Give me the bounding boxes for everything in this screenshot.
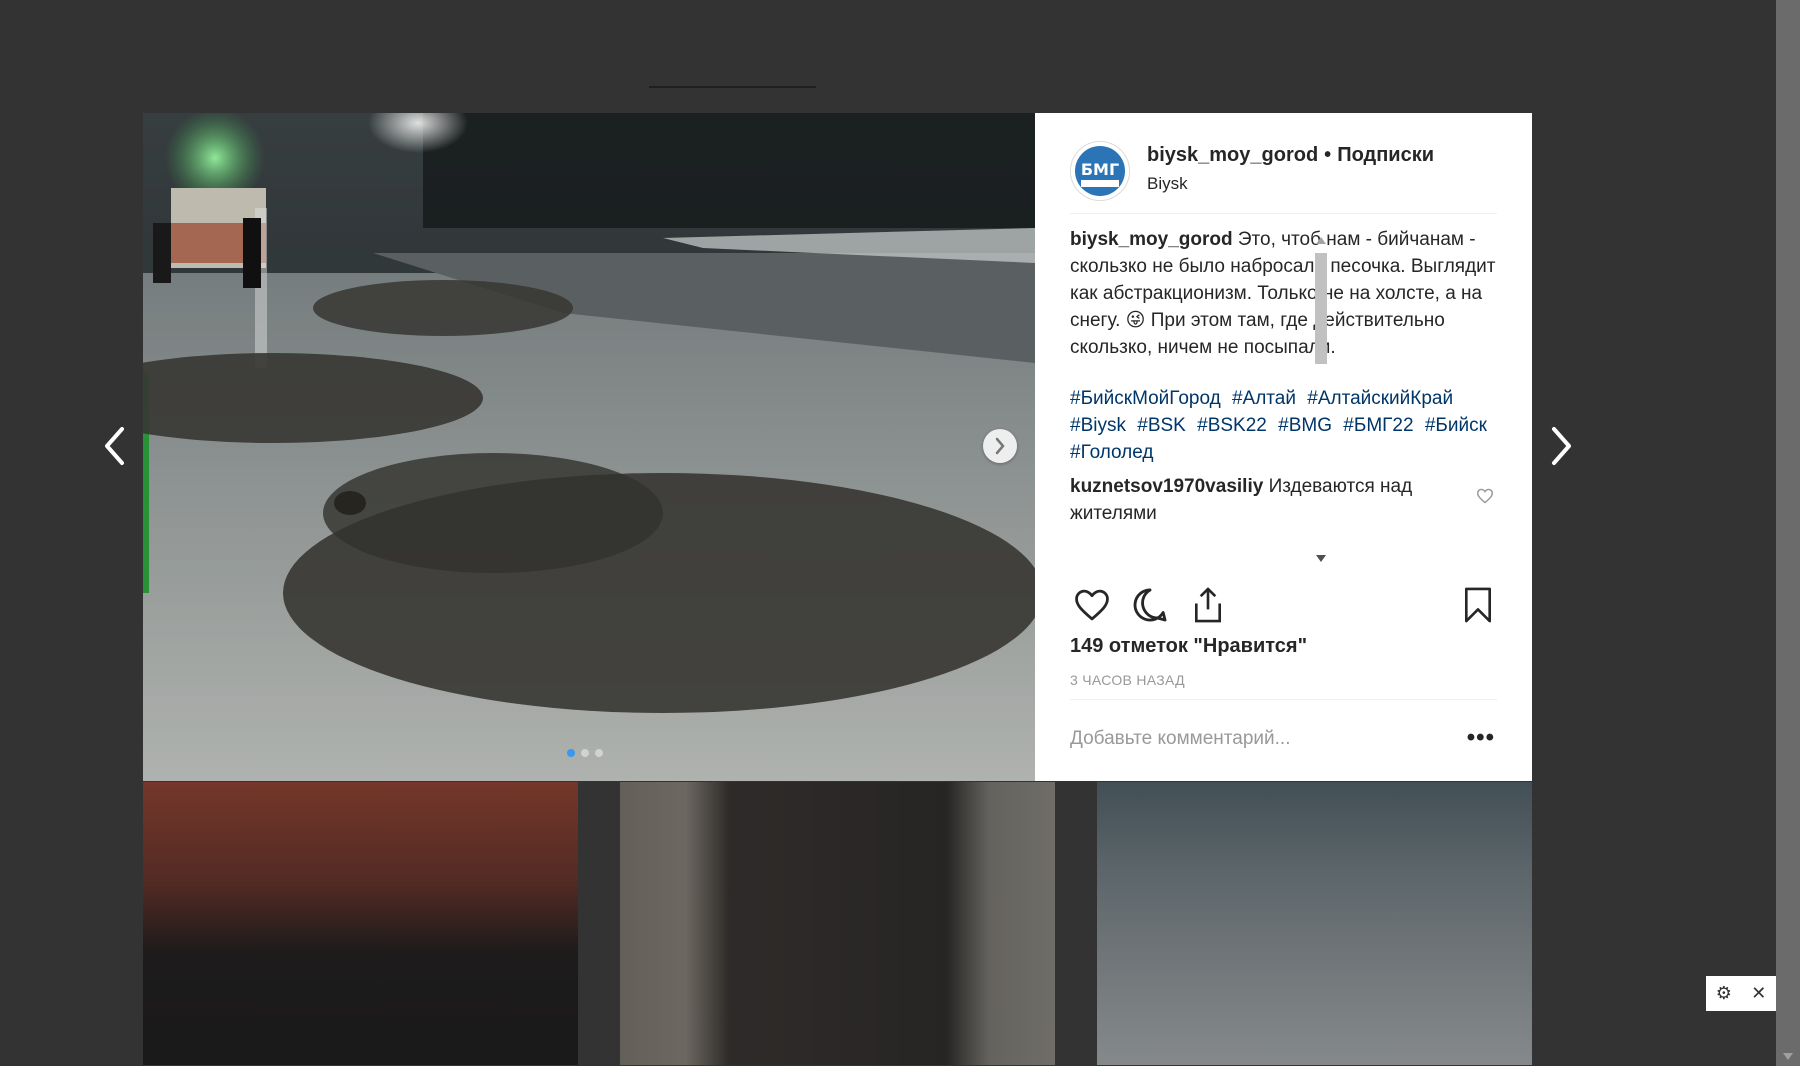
hashtag-link[interactable]: #Алтай — [1232, 388, 1296, 409]
follow-button[interactable]: Подписки — [1337, 144, 1434, 166]
hashtag-link[interactable]: #АлтайскийКрай — [1307, 388, 1453, 409]
comment-author[interactable]: kuznetsov1970vasiliy — [1070, 476, 1263, 497]
next-post-button[interactable] — [1544, 424, 1580, 468]
hashtag-link[interactable]: #BSK — [1137, 415, 1186, 436]
heart-icon — [1075, 589, 1109, 621]
post-side-panel: БМГ biysk_moy_gorod • Подписки Biysk biysk… — [1035, 113, 1532, 781]
page-scrollbar[interactable] — [1776, 0, 1800, 1066]
like-button[interactable] — [1070, 583, 1114, 627]
background-tab-underline — [649, 86, 816, 88]
heart-icon — [1476, 488, 1494, 504]
hashtag-link[interactable]: #БийскМойГород — [1070, 388, 1221, 409]
hashtag-link[interactable]: #Biysk — [1070, 415, 1126, 436]
floating-widget: ⚙ ✕ — [1706, 976, 1776, 1011]
previous-post-button[interactable] — [96, 424, 132, 468]
page: БМГ biysk_moy_gorod • Подписки Biysk biysk… — [0, 0, 1800, 1076]
grid-thumbnail[interactable] — [620, 782, 1055, 1065]
comment-item: kuznetsov1970vasiliy Издеваются над жите… — [1070, 473, 1500, 527]
comment-button[interactable] — [1128, 583, 1172, 627]
share-icon — [1194, 587, 1222, 623]
svg-text:БМГ: БМГ — [1081, 160, 1119, 179]
comment-input[interactable]: Добавьте комментарий... — [1070, 728, 1290, 750]
carousel-dot — [567, 749, 575, 757]
avatar[interactable]: БМГ — [1070, 141, 1130, 201]
more-options-button[interactable]: ••• — [1467, 724, 1495, 752]
scroll-thumb[interactable] — [1315, 253, 1327, 364]
hashtag-link[interactable]: #Гололед — [1070, 442, 1154, 463]
post-photo — [143, 113, 1035, 781]
comments-scrollbar[interactable] — [1313, 233, 1329, 566]
hashtag-link[interactable]: #БМГ22 — [1343, 415, 1413, 436]
scroll-up-arrow[interactable] — [1316, 237, 1326, 244]
photo-snowy-street — [143, 113, 1035, 781]
carousel-dot — [581, 749, 589, 757]
bmg-logo-icon: БМГ — [1071, 142, 1129, 200]
bottom-strip — [0, 1066, 1800, 1076]
scroll-down-arrow[interactable] — [1316, 555, 1326, 562]
add-comment-section: Добавьте комментарий... ••• — [1070, 699, 1497, 782]
gear-icon[interactable]: ⚙ — [1716, 983, 1732, 1004]
chevron-right-small-icon — [995, 437, 1005, 455]
carousel-next-button[interactable] — [983, 429, 1017, 463]
hashtag-link[interactable]: #BSK22 — [1197, 415, 1267, 436]
header-username[interactable]: biysk_moy_gorod — [1147, 144, 1318, 166]
speech-bubble-icon — [1133, 588, 1167, 622]
post-modal: БМГ biysk_moy_gorod • Подписки Biysk biysk… — [143, 113, 1532, 781]
carousel-indicator — [567, 749, 603, 757]
grid-thumbnail[interactable] — [143, 782, 578, 1065]
share-button[interactable] — [1186, 583, 1230, 627]
caption: biysk_moy_gorod Это, чтоб нам - бийчанам… — [1070, 226, 1500, 361]
header-username-line: biysk_moy_gorod • Подписки — [1147, 144, 1434, 167]
carousel-dot — [595, 749, 603, 757]
hashtags: #БийскМойГород #Алтай #АлтайскийКрай #Bi… — [1070, 385, 1500, 466]
bookmark-icon — [1464, 587, 1492, 623]
hashtag-link[interactable]: #Бийск — [1425, 415, 1487, 436]
post-timestamp[interactable]: 3 ЧАСОВ НАЗАД — [1070, 672, 1185, 688]
save-button[interactable] — [1456, 583, 1500, 627]
header-separator: • — [1324, 144, 1332, 166]
scroll-down-arrow[interactable] — [1783, 1053, 1793, 1060]
post-header: БМГ biysk_moy_gorod • Подписки Biysk — [1070, 141, 1497, 214]
location-link[interactable]: Biysk — [1147, 174, 1188, 194]
grid-thumbnail[interactable] — [1097, 782, 1532, 1065]
chevron-left-icon — [105, 427, 124, 465]
caption-author[interactable]: biysk_moy_gorod — [1070, 229, 1233, 250]
comments-list[interactable]: biysk_moy_gorod Это, чтоб нам - бийчанам… — [1070, 226, 1500, 559]
close-icon[interactable]: ✕ — [1751, 983, 1766, 1004]
comment-like-button[interactable] — [1476, 485, 1494, 512]
post-actions — [1070, 583, 1500, 627]
likes-count[interactable]: 149 отметок "Нравится" — [1070, 635, 1307, 658]
chevron-right-icon — [1552, 427, 1571, 465]
